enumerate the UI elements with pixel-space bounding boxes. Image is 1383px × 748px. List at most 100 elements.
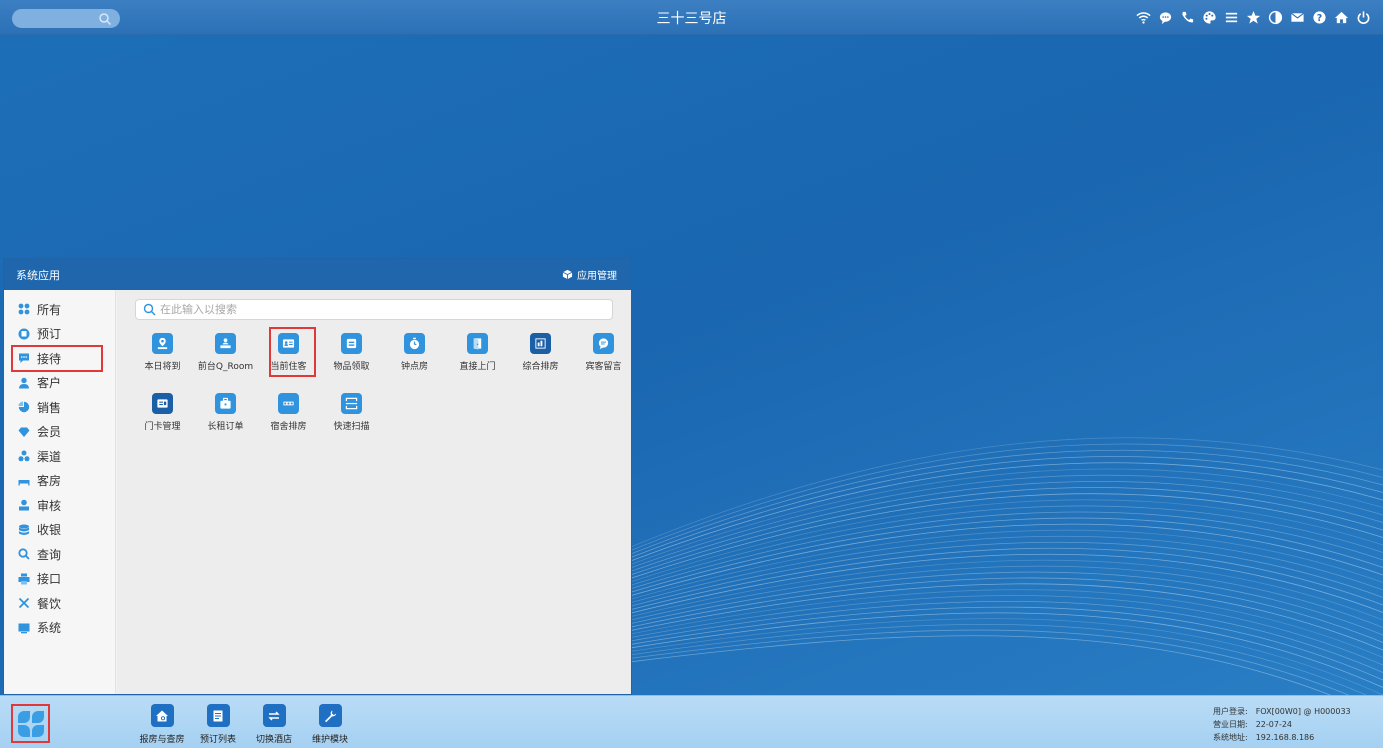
cube-icon: [562, 269, 573, 280]
taskbar-apps: 报房与查房 预订列表 切换酒店 维护模块: [134, 704, 358, 745]
sidebar-item-audit[interactable]: 审核: [4, 493, 115, 518]
app-hourly-room[interactable]: 钟点房: [383, 333, 446, 377]
sidebar-item-label: 预订: [37, 327, 62, 342]
app-guest-message[interactable]: 宾客留言: [572, 333, 635, 377]
start-button[interactable]: [11, 704, 50, 743]
user-login-value: FOX[00W0] @ H000033: [1255, 707, 1351, 716]
power-icon[interactable]: [1356, 9, 1371, 25]
app-item-pickup[interactable]: 物品领取: [320, 333, 383, 377]
app-grid: 本日将到 前台Q_Room 当前住客 物品领取 钟点房 直接上门 综合排房 宾客…: [131, 327, 631, 437]
info-key: 系统地址:: [1213, 733, 1248, 742]
info-key: 用户登录:: [1213, 707, 1248, 716]
app-current-guests[interactable]: 当前住客: [257, 327, 320, 377]
wave-line: [599, 583, 1383, 651]
app-quick-scan[interactable]: 快速扫描: [320, 393, 383, 437]
phone-icon[interactable]: [1180, 9, 1195, 25]
app-long-term-order[interactable]: 长租订单: [194, 393, 257, 437]
menu-icon[interactable]: [1224, 9, 1239, 25]
scan-icon: [341, 393, 362, 414]
app-key-card[interactable]: 门卡管理: [131, 393, 194, 437]
wave-line: [599, 511, 1383, 599]
wave-line: [599, 577, 1383, 643]
star-icon[interactable]: [1246, 9, 1261, 25]
sidebar-item-booking[interactable]: 预订: [4, 322, 115, 347]
app-content: 本日将到 前台Q_Room 当前住客 物品领取 钟点房: [117, 290, 631, 694]
system-apps-window: 系统应用 应用管理 所有 预订 接待 客户 销售 会员 渠道 客房 审核 收银 …: [3, 258, 632, 695]
taskbar-housekeeping[interactable]: 报房与查房: [134, 704, 190, 745]
system-info: 用户登录: FOX[00W0] @ H000033 营业日期: 22-07-24 系…: [1213, 705, 1351, 744]
wrench-icon: [318, 704, 342, 727]
palette-icon[interactable]: [1202, 9, 1217, 25]
chat-bubble-icon: [19, 353, 29, 364]
sidebar-item-cashier[interactable]: 收银: [4, 518, 115, 543]
app-room-assignment[interactable]: 综合排房: [509, 333, 572, 377]
mail-icon[interactable]: [1290, 9, 1305, 25]
sidebar-item-channel[interactable]: 渠道: [4, 444, 115, 469]
app-label: 宾客留言: [585, 362, 622, 372]
wave-line: [599, 456, 1383, 570]
info-key: 营业日期:: [1213, 720, 1248, 729]
taskbar-maintenance[interactable]: 维护模块: [302, 704, 358, 745]
top-icons: ?: [1136, 9, 1371, 25]
app-label: 物品领取: [333, 362, 370, 372]
app-manage-label: 应用管理: [577, 271, 617, 282]
app-search-box: [135, 299, 613, 320]
sidebar-item-label: 渠道: [37, 449, 62, 464]
category-sidebar: 所有 预订 接待 客户 销售 会员 渠道 客房 审核 收银 查询 接口 餐饮 系…: [4, 290, 116, 694]
system-address-value: 192.168.8.186: [1255, 733, 1315, 742]
printer-icon: [18, 573, 30, 585]
pie-chart-icon: [18, 401, 30, 413]
taskbar-app-label: 维护模块: [311, 735, 348, 745]
app-today-arrival[interactable]: 本日将到: [131, 333, 194, 377]
app-walk-in[interactable]: 直接上门: [446, 333, 509, 377]
app-dorm-assignment[interactable]: 宿舍排房: [257, 393, 320, 437]
switch-icon: [262, 704, 286, 727]
help-icon[interactable]: ?: [1312, 9, 1327, 25]
app-search-input[interactable]: [160, 301, 600, 318]
contrast-icon[interactable]: [1268, 9, 1283, 25]
sidebar-item-customer[interactable]: 客户: [4, 371, 115, 396]
taskbar-switch-hotel[interactable]: 切换酒店: [246, 704, 302, 745]
app-label: 门卡管理: [144, 422, 181, 432]
sidebar-item-interface[interactable]: 接口: [4, 567, 115, 592]
search-icon: [18, 548, 30, 560]
wave-line: [599, 529, 1383, 609]
app-front-desk-qroom[interactable]: 前台Q_Room: [194, 333, 257, 377]
door-icon: [467, 333, 488, 354]
wave-line: [599, 437, 1383, 561]
sidebar-item-all[interactable]: 所有: [4, 297, 115, 322]
sidebar-item-label: 接口: [37, 572, 62, 587]
sidebar-item-sales[interactable]: 销售: [4, 395, 115, 420]
sidebar-item-label: 餐饮: [37, 596, 62, 611]
taskbar-app-label: 预订列表: [199, 735, 236, 745]
chat-icon[interactable]: [1158, 9, 1173, 25]
diamond-icon: [18, 427, 30, 437]
sidebar-item-label: 所有: [37, 302, 62, 317]
sidebar-item-label: 销售: [37, 400, 62, 415]
key-card-icon: [152, 393, 173, 414]
sidebar-item-room[interactable]: 客房: [4, 469, 115, 494]
taskbar-booking-list[interactable]: 预订列表: [190, 704, 246, 745]
window-title: 系统应用: [16, 269, 60, 282]
sidebar-item-query[interactable]: 查询: [4, 542, 115, 567]
taskbar: 报房与查房 预订列表 切换酒店 维护模块 用户登录: FOX[00W0] @ H0…: [0, 695, 1383, 748]
app-manage-button[interactable]: 应用管理: [562, 267, 617, 282]
dorm-icon: [278, 393, 299, 414]
sidebar-item-label: 客户: [37, 376, 62, 391]
sidebar-item-system[interactable]: 系统: [4, 616, 115, 641]
app-label: 宿舍排房: [270, 422, 307, 432]
app-label: 直接上门: [459, 362, 496, 372]
search-icon: [143, 303, 156, 316]
sidebar-item-reception[interactable]: 接待: [11, 345, 103, 372]
wave-line: [599, 493, 1383, 590]
taskbar-app-label: 切换酒店: [255, 735, 292, 745]
wifi-icon[interactable]: [1136, 9, 1151, 25]
home-icon[interactable]: [1334, 9, 1349, 25]
sidebar-item-member[interactable]: 会员: [4, 420, 115, 445]
cluster-icon: [18, 450, 30, 462]
monitor-icon: [18, 623, 30, 634]
sidebar-item-label: 系统: [37, 621, 62, 636]
sidebar-item-dining[interactable]: 餐饮: [4, 591, 115, 616]
box-icon: [341, 333, 362, 354]
coins-icon: [19, 524, 29, 535]
